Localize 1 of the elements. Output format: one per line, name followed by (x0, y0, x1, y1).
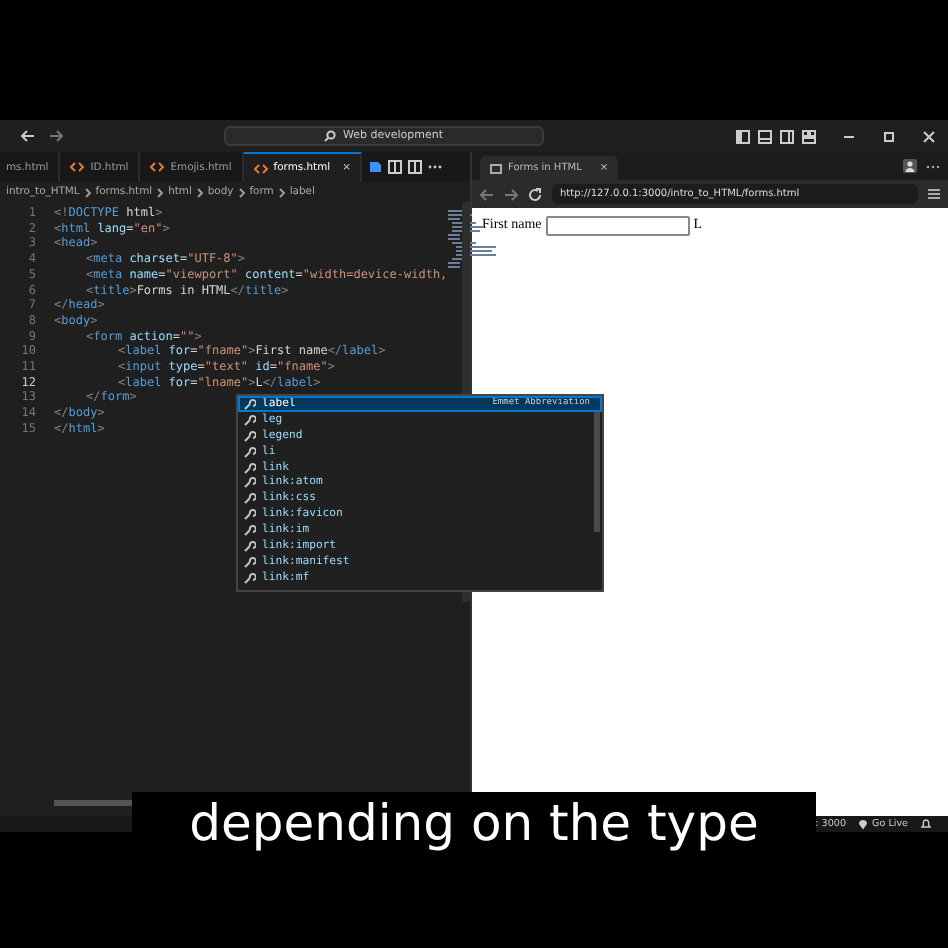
subtitle: depending on the type (132, 792, 816, 856)
